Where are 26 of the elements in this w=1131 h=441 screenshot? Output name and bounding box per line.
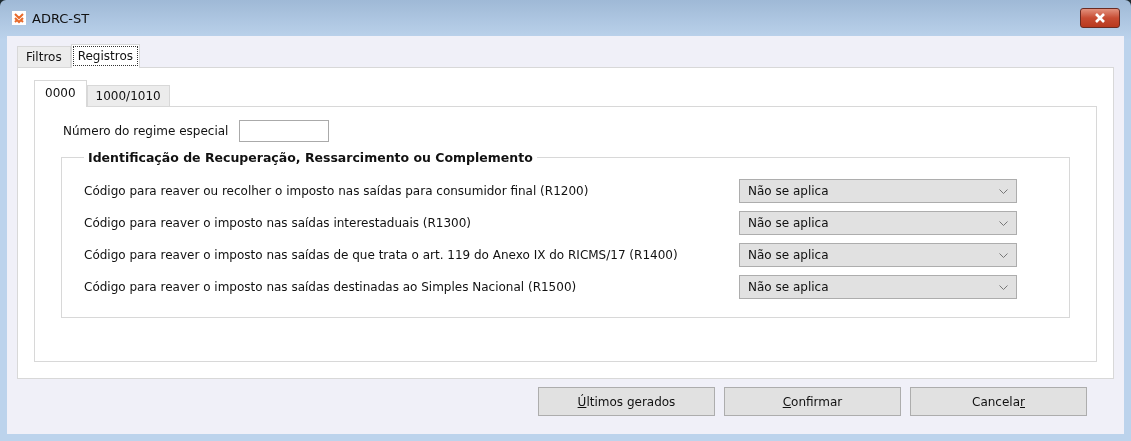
- chevron-icon: [999, 220, 1008, 226]
- field-label: Código para reaver o imposto nas saídas destinadas ao Simples Nacional (R1500): [84, 280, 577, 294]
- field-label: Código para reaver o imposto nas saídas interestaduais (R1300): [84, 216, 472, 230]
- group-title: Identificação de Recuperação, Ressarcimento ou Complemento: [87, 150, 534, 165]
- dialog-button[interactable]: Cancelar: [910, 387, 1087, 416]
- app-icon: [12, 11, 26, 25]
- chevron-icon: [999, 252, 1008, 258]
- dropdown[interactable]: Não se aplica: [739, 211, 1017, 235]
- dropdown[interactable]: Não se aplica: [739, 275, 1017, 299]
- dropdown[interactable]: Não se aplica: [739, 179, 1017, 203]
- chevron-icon: [999, 188, 1008, 194]
- dialog-button[interactable]: Confirmar: [724, 387, 901, 416]
- tab[interactable]: 0000: [34, 80, 87, 107]
- tab[interactable]: 1000/1010: [86, 85, 170, 106]
- tab[interactable]: Filtros: [17, 46, 71, 67]
- tab[interactable]: Registros: [70, 44, 141, 68]
- input-field[interactable]: [239, 120, 330, 142]
- chevron-icon: [999, 284, 1008, 290]
- close-icon: [1094, 13, 1106, 23]
- window-title: ADRC-ST: [32, 10, 90, 26]
- dropdown[interactable]: Não se aplica: [739, 243, 1017, 267]
- field-label: Código para reaver o imposto nas saídas de que trata o art. 119 do Anexo IX do RICMS/17 (R1400): [84, 248, 678, 262]
- field-label: Número do regime especial: [63, 124, 229, 138]
- field-label: Código para reaver ou recolher o imposto nas saídas para consumidor final (R1200): [84, 184, 589, 198]
- dialog-button[interactable]: Últimos gerados: [538, 387, 715, 416]
- close-button[interactable]: [1080, 8, 1120, 28]
